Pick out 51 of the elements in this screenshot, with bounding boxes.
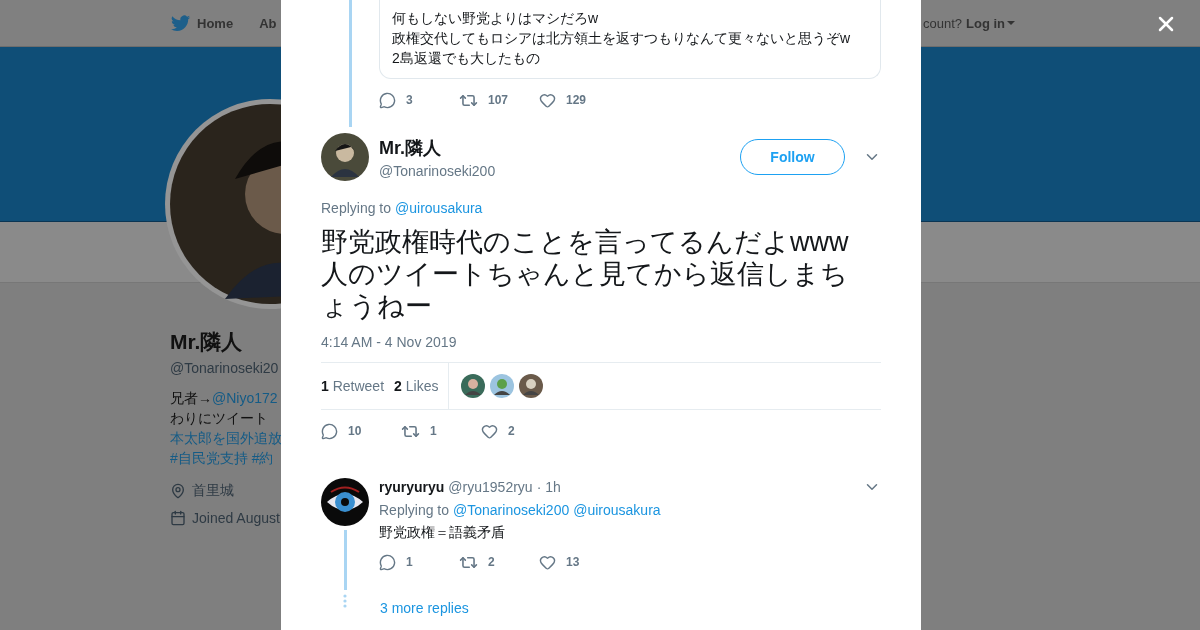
reply-button[interactable]: 10 (321, 422, 401, 440)
user-handle: @ryu1952ryu (448, 479, 533, 495)
nav-link[interactable]: Ab (259, 15, 277, 31)
tweet-text: 野党政権時代のことを言ってるんだよwww (321, 226, 850, 258)
mention-link[interactable]: @uirousakura (395, 200, 483, 216)
bio-text: 兄者→ (170, 389, 212, 408)
login-link[interactable]: Log in (966, 15, 1015, 31)
heart-icon (539, 91, 556, 109)
user-name: Mr.隣人 (379, 136, 442, 160)
reply-icon (379, 553, 396, 571)
thread-dots-icon (343, 594, 347, 608)
calendar-icon (170, 510, 186, 526)
like-count-link[interactable]: 2 Likes (394, 378, 439, 394)
user-handle: @Tonarinoseki200 (379, 162, 496, 179)
caret-icon (1007, 21, 1015, 25)
user-name: ryuryuryu (379, 479, 445, 495)
profile-location: 首里城 (192, 482, 234, 500)
mention-link[interactable]: @Tonarinoseki200 (453, 502, 570, 518)
reply-icon (379, 91, 396, 109)
quoted-tweet-text: 2島返還でも大したもの (392, 49, 541, 68)
retweet-count-link[interactable]: 1 Retweet (321, 378, 385, 394)
tweet-timestamp: 4:14 AM - 4 Nov 2019 (321, 334, 458, 350)
mention-link[interactable]: @uirousakura (573, 502, 661, 518)
replying-label: Replying to (321, 200, 392, 216)
bird-icon (171, 14, 191, 32)
more-replies-link[interactable]: 3 more replies (380, 600, 881, 616)
like-button[interactable]: 129 (539, 91, 619, 109)
retweet-button[interactable]: 2 (459, 552, 539, 572)
profile-handle: @Tonarinoseki20 (170, 360, 280, 376)
reply-button[interactable]: 3 (379, 91, 459, 109)
replying-label: Replying to (379, 502, 450, 518)
follow-button[interactable]: Follow (740, 139, 845, 175)
account-prompt: count? (922, 15, 962, 31)
bio-text: わりにツイート (170, 409, 268, 428)
reply-time: · 1h (536, 479, 561, 495)
quoted-tweet-text: 何もしない野党よりはマシだろw (392, 9, 600, 28)
location-icon (170, 483, 186, 499)
retweet-button[interactable]: 1 (401, 421, 481, 441)
reply-text: 野党政権＝語義矛盾 (379, 524, 506, 542)
join-date: Joined August (192, 510, 280, 526)
like-button[interactable]: 2 (481, 422, 561, 440)
reply-button[interactable]: 1 (379, 553, 459, 571)
nav-link[interactable]: Home (171, 14, 234, 32)
tweet-text: 人のツイートちゃんと見てから返信しまちょうねー (321, 258, 849, 322)
quoted-tweet-text: 政権交代してもロシアは北方領土を返すつもりなんて更々ないと思うぞw (392, 29, 852, 48)
reply-icon (321, 422, 338, 440)
heart-icon (539, 553, 556, 571)
profile-name: Mr.隣人 (170, 329, 244, 355)
heart-icon (481, 422, 498, 440)
retweet-button[interactable]: 107 (459, 90, 539, 110)
like-button[interactable]: 13 (539, 553, 619, 571)
